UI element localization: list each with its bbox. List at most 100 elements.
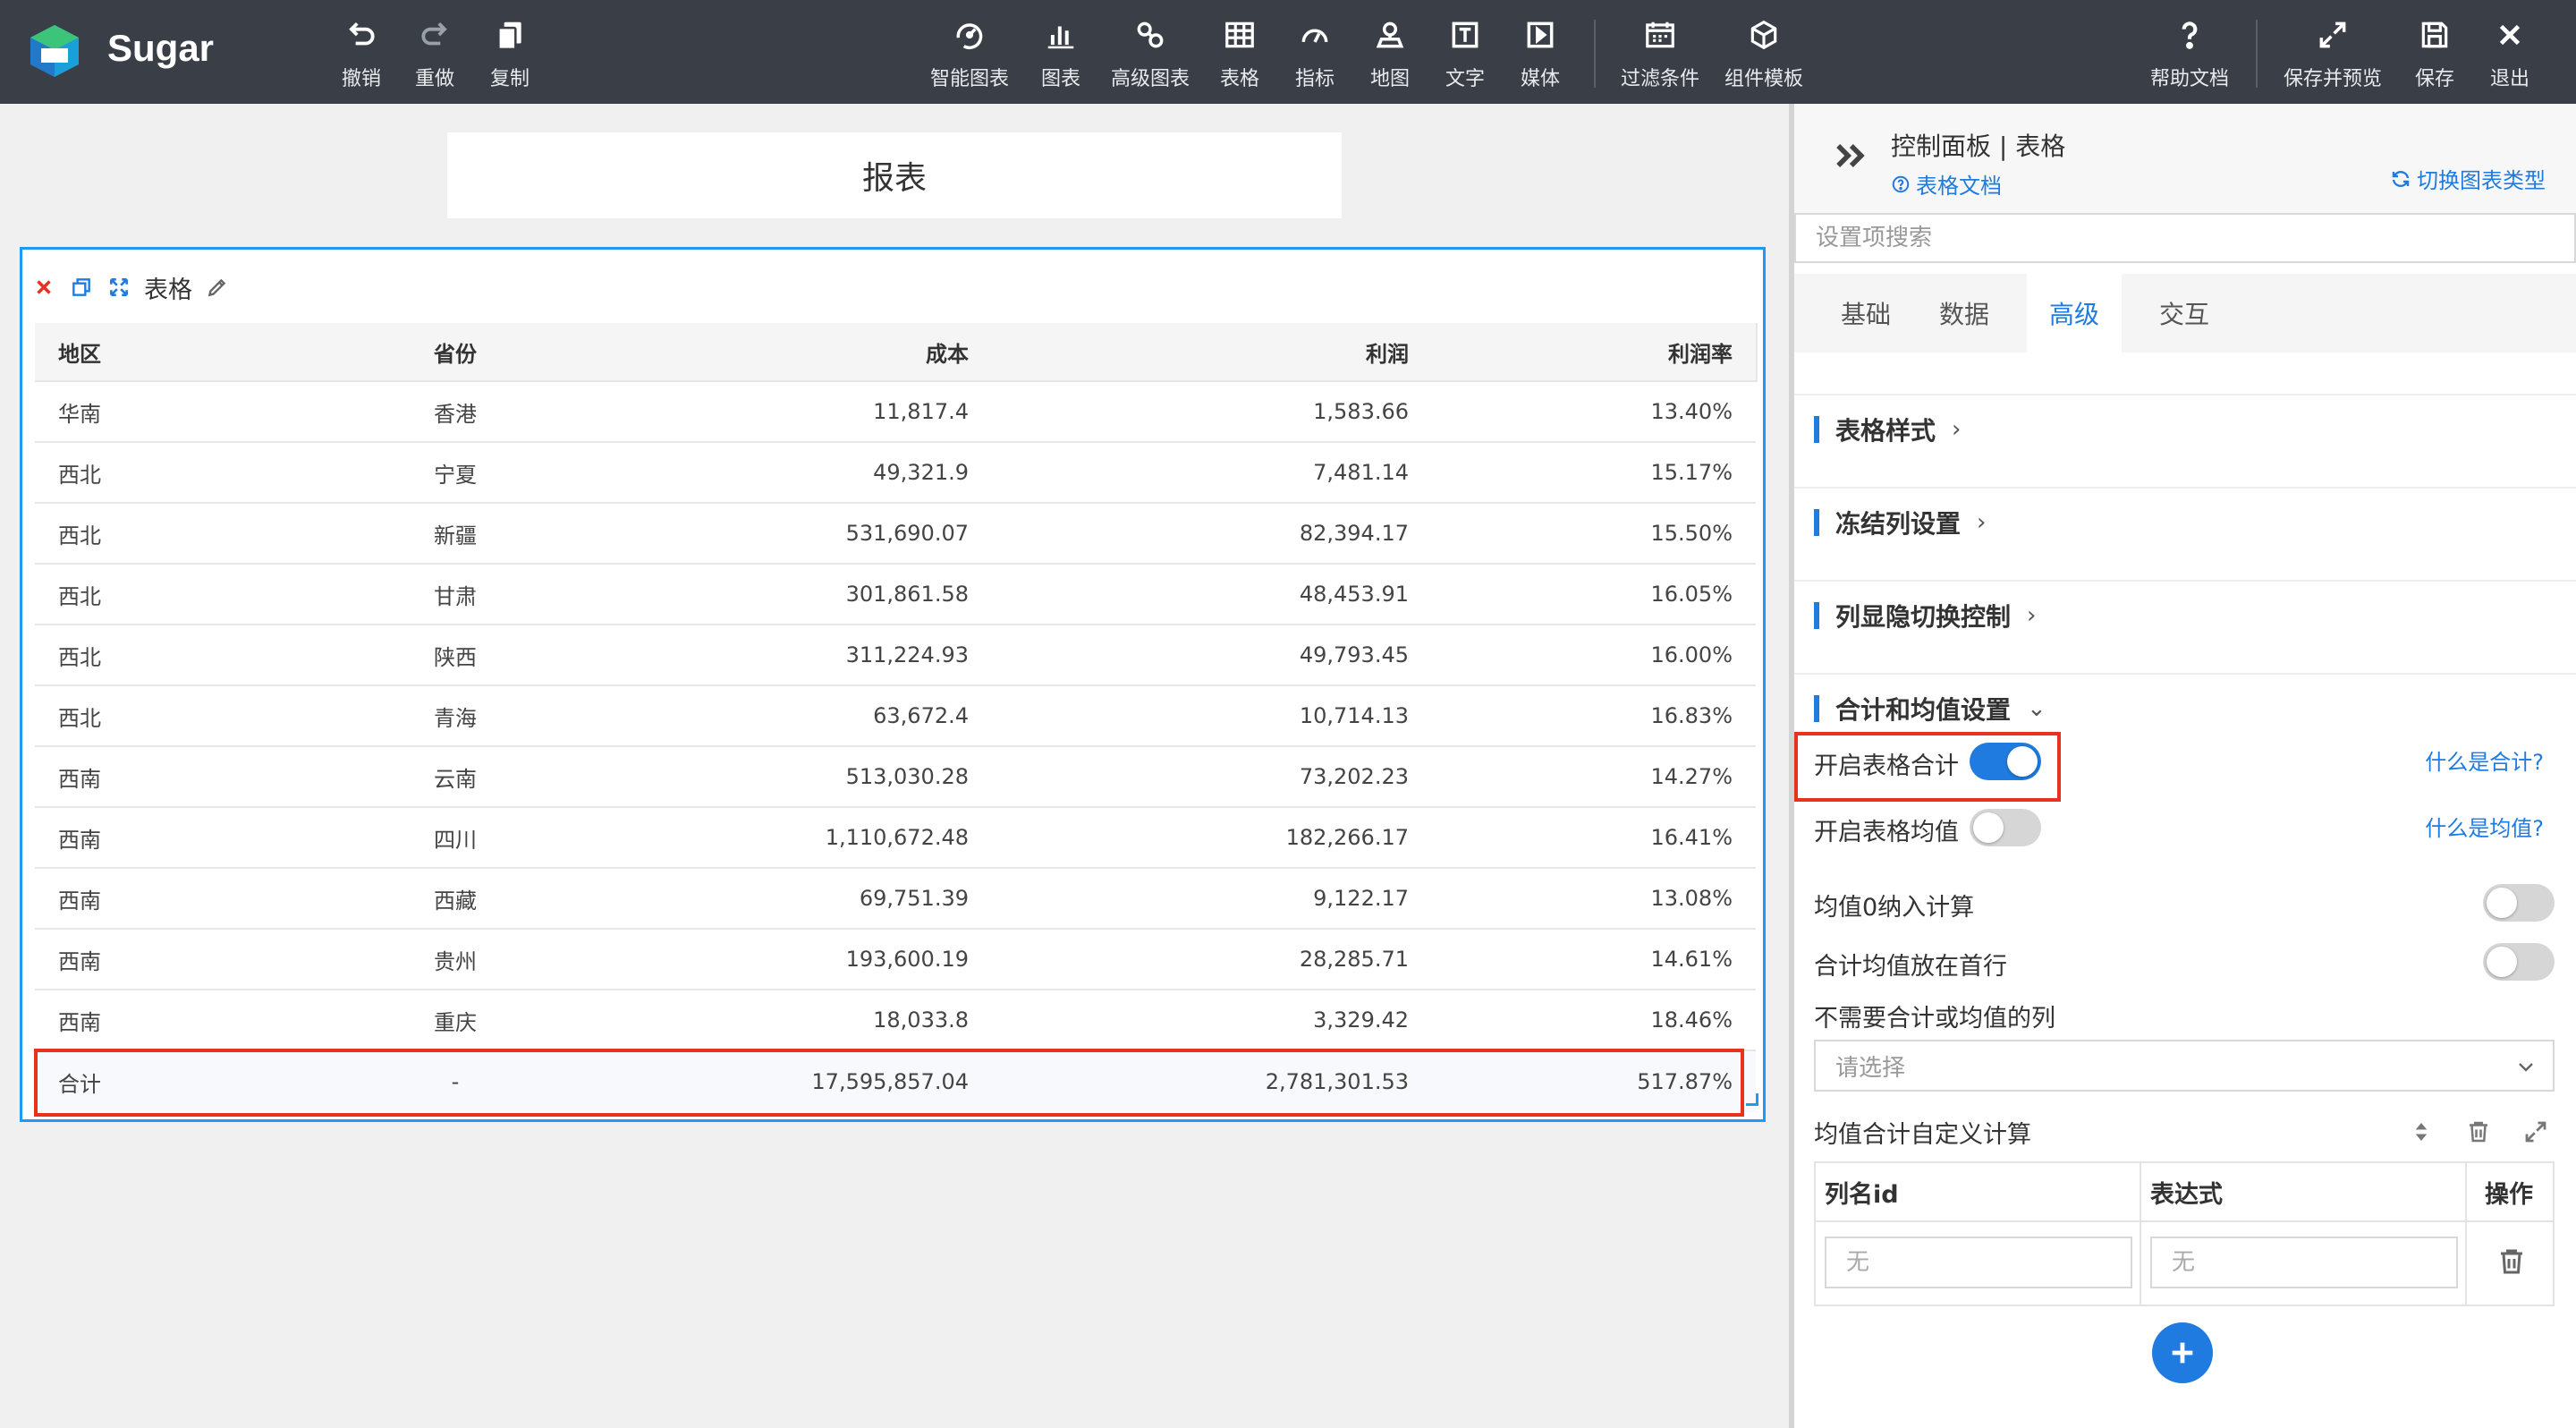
delete-widget-icon[interactable]	[31, 275, 56, 300]
total-first-row-toggle[interactable]	[2483, 943, 2555, 981]
total-province: -	[451, 1069, 460, 1094]
widget-title: 表格	[144, 276, 192, 304]
cell-cost: 513,030.28	[845, 764, 969, 789]
section-column-toggle[interactable]: 列显隐切换控制 ›	[1814, 598, 2036, 633]
table-row[interactable]: 西北 青海 63,672.4 10,714.13 16.83%	[35, 686, 1756, 747]
cell-profit-rate: 15.17%	[1650, 460, 1733, 485]
cell-region: 西南	[58, 827, 101, 853]
smart-chart-button[interactable]: 智能图表	[925, 16, 1014, 91]
what-is-total-link[interactable]: 什么是合计?	[2425, 744, 2544, 776]
tab-interaction[interactable]: 交互	[2131, 274, 2238, 353]
column-header-profit[interactable]: 利润	[1366, 323, 1409, 380]
what-is-avg-link[interactable]: 什么是均值?	[2425, 811, 2544, 842]
table-row[interactable]: 西北 甘肃 301,861.58 48,453.91 16.05%	[35, 565, 1756, 625]
fullscreen-widget-icon[interactable]	[106, 275, 131, 300]
filter-button[interactable]: 过滤条件	[1615, 16, 1705, 91]
section-divider	[1794, 580, 2576, 582]
tab-advanced[interactable]: 高级	[2027, 274, 2122, 353]
cell-profit: 73,202.23	[1299, 764, 1409, 789]
toggle-knob	[2487, 888, 2517, 918]
settings-search-input[interactable]	[1794, 213, 2576, 263]
calendar-filter-icon	[1641, 16, 1679, 54]
undo-icon	[343, 16, 380, 54]
section-sum-avg[interactable]: 合计和均值设置 ⌄	[1814, 691, 2046, 727]
table-divider	[1816, 1220, 2553, 1222]
chart-button[interactable]: 图表	[1038, 16, 1084, 91]
save-preview-button[interactable]: 保存并预览	[2277, 16, 2388, 91]
table-row[interactable]: 西北 新疆 531,690.07 82,394.17 15.50%	[35, 504, 1756, 565]
column-header-region[interactable]: 地区	[58, 323, 101, 380]
table-row[interactable]: 华南 香港 11,817.4 1,583.66 13.40%	[35, 382, 1756, 443]
sort-icon[interactable]	[2408, 1118, 2435, 1145]
cell-profit: 9,122.17	[1313, 886, 1409, 911]
close-icon	[2491, 16, 2529, 54]
text-button[interactable]: 文字	[1442, 16, 1488, 91]
table-button[interactable]: 表格	[1216, 16, 1263, 91]
component-template-button[interactable]: 组件模板	[1719, 16, 1809, 91]
table-widget[interactable]: 表格 地区 省份 成本 利润 利润率 华南 香港 11,817.4 1,583.66 1…	[20, 247, 1766, 1122]
column-header-profit-rate[interactable]: 利润率	[1668, 323, 1733, 380]
avg-zero-toggle[interactable]	[2483, 884, 2555, 922]
redo-label: 重做	[414, 68, 454, 90]
column-header-province[interactable]: 省份	[393, 323, 518, 380]
help-doc-button[interactable]: 帮助文档	[2145, 16, 2234, 91]
indicator-button[interactable]: 指标	[1292, 16, 1338, 91]
trash-icon[interactable]	[2465, 1118, 2492, 1145]
toggle-knob	[2007, 746, 2038, 777]
cell-profit: 49,793.45	[1299, 642, 1409, 667]
section-divider	[1794, 673, 2576, 675]
map-pin-icon	[1371, 16, 1409, 54]
enable-total-toggle[interactable]	[1970, 743, 2041, 780]
enable-avg-toggle[interactable]	[1970, 809, 2041, 846]
expand-icon[interactable]	[2522, 1118, 2549, 1145]
copy-button[interactable]: 复制	[483, 16, 537, 91]
table-total-row: 合计 - 17,595,857.04 2,781,301.53 517.87%	[35, 1051, 1756, 1112]
cell-cost: 531,690.07	[845, 521, 969, 546]
collapse-panel-icon[interactable]	[1830, 136, 1869, 175]
advanced-chart-button[interactable]: 高级图表	[1106, 16, 1195, 91]
section-freeze-columns[interactable]: 冻结列设置 ›	[1814, 505, 1986, 540]
table-row[interactable]: 西南 云南 513,030.28 73,202.23 14.27%	[35, 747, 1756, 808]
cell-region: 西北	[58, 583, 101, 609]
data-table: 地区 省份 成本 利润 利润率 华南 香港 11,817.4 1,583.66 13.4…	[35, 323, 1756, 1112]
add-custom-calc-button[interactable]	[2152, 1322, 2213, 1383]
table-doc-link[interactable]: 表格文档	[1891, 168, 2002, 200]
exit-label: 退出	[2489, 68, 2529, 90]
switch-chart-type-label: 切换图表类型	[2417, 168, 2546, 193]
switch-chart-type-link[interactable]: 切换图表类型	[2390, 163, 2546, 194]
table-row[interactable]: 西南 四川 1,110,672.48 182,266.17 16.41%	[35, 808, 1756, 869]
column-header-cost[interactable]: 成本	[926, 323, 969, 380]
col-id-input[interactable]	[1825, 1237, 2132, 1288]
save-preview-label: 保存并预览	[2283, 68, 2382, 90]
table-row[interactable]: 西南 贵州 193,600.19 28,285.71 14.61%	[35, 930, 1756, 990]
cell-profit-rate: 16.00%	[1650, 642, 1733, 667]
exclude-columns-select[interactable]: 请选择	[1814, 1040, 2555, 1092]
plus-icon	[2172, 1342, 2193, 1364]
table-row[interactable]: 西南 重庆 18,033.8 3,329.42 18.46%	[35, 990, 1756, 1051]
section-divider	[1794, 487, 2576, 489]
report-title[interactable]: 报表	[447, 132, 1342, 218]
section-freeze-columns-label: 冻结列设置	[1835, 509, 1962, 539]
media-button[interactable]: 媒体	[1517, 16, 1563, 91]
help-doc-label: 帮助文档	[2149, 68, 2229, 90]
redo-button[interactable]: 重做	[408, 16, 462, 91]
tab-data[interactable]: 数据	[1911, 274, 2018, 353]
duplicate-widget-icon[interactable]	[69, 275, 94, 300]
section-accent-bar	[1814, 695, 1819, 722]
exit-button[interactable]: 退出	[2487, 16, 2533, 91]
edit-pencil-icon[interactable]	[205, 275, 230, 300]
map-button[interactable]: 地图	[1367, 16, 1413, 91]
section-table-style[interactable]: 表格样式 ›	[1814, 412, 1961, 447]
advanced-chart-label: 高级图表	[1110, 68, 1190, 90]
undo-button[interactable]: 撤销	[335, 16, 388, 91]
widget-resize-handle[interactable]	[1746, 1093, 1758, 1106]
table-row[interactable]: 西北 陕西 311,224.93 49,793.45 16.00%	[35, 625, 1756, 686]
table-row[interactable]: 西南 西藏 69,751.39 9,122.17 13.08%	[35, 869, 1756, 930]
cell-profit-rate: 14.61%	[1650, 947, 1733, 972]
cell-profit-rate: 13.08%	[1650, 886, 1733, 911]
cell-cost: 301,861.58	[845, 582, 969, 607]
expression-input[interactable]	[2150, 1237, 2458, 1288]
save-button[interactable]: 保存	[2411, 16, 2458, 91]
table-row[interactable]: 西北 宁夏 49,321.9 7,481.14 15.17%	[35, 443, 1756, 504]
delete-row-trash-icon[interactable]	[2496, 1245, 2528, 1278]
